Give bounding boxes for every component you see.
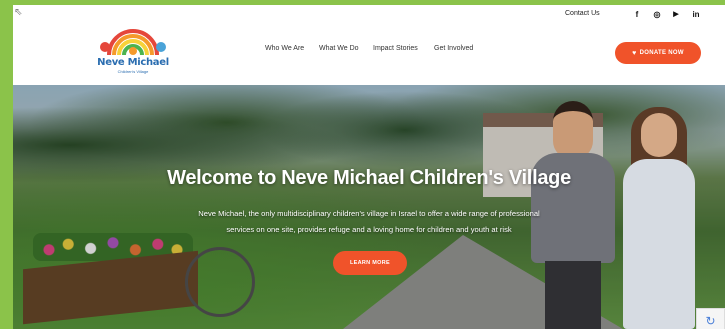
facebook-icon[interactable]: f bbox=[631, 8, 643, 20]
recaptcha-icon: ↻ bbox=[705, 314, 716, 328]
donate-now-button[interactable]: ♥ DONATE NOW bbox=[615, 42, 701, 64]
hero-description-line-1: Neve Michael, the only multidisciplinary… bbox=[198, 209, 540, 218]
nav-item-who-we-are[interactable]: Who We Are bbox=[265, 45, 304, 52]
contact-us-link[interactable]: Contact Us bbox=[565, 10, 600, 17]
nav-item-what-we-do[interactable]: What We Do bbox=[319, 45, 359, 52]
hero-title: Welcome to Neve Michael Children's Villa… bbox=[167, 167, 571, 189]
logo-name: Neve Michael bbox=[97, 57, 169, 68]
donate-label: DONATE NOW bbox=[639, 50, 684, 56]
hero-description-line-2: services on one site, provides refuge an… bbox=[226, 225, 512, 234]
instagram-icon[interactable]: ◎ bbox=[651, 8, 663, 20]
learn-more-button[interactable]: LEARN MORE bbox=[333, 251, 407, 275]
site-logo[interactable]: Neve Michael Children's Village bbox=[95, 25, 171, 77]
nav-item-impact-stories[interactable]: Impact Stories bbox=[373, 45, 418, 52]
youtube-icon[interactable]: ▶ bbox=[670, 8, 682, 20]
browser-page: ⇖ Contact Us f ◎ ▶ in Neve Michael Child… bbox=[13, 5, 725, 329]
rainbow-logo-icon bbox=[100, 29, 166, 56]
mouse-cursor-icon: ⇖ bbox=[14, 7, 23, 18]
hero-girl-figure bbox=[619, 107, 699, 329]
recaptcha-badge[interactable]: ↻ bbox=[696, 308, 725, 329]
nav-item-get-involved[interactable]: Get Involved bbox=[434, 45, 473, 52]
heart-icon: ♥ bbox=[632, 49, 637, 57]
logo-subtitle: Children's Village bbox=[117, 69, 149, 74]
linkedin-icon[interactable]: in bbox=[690, 8, 702, 20]
hero-banner: Welcome to Neve Michael Children's Villa… bbox=[13, 85, 725, 329]
